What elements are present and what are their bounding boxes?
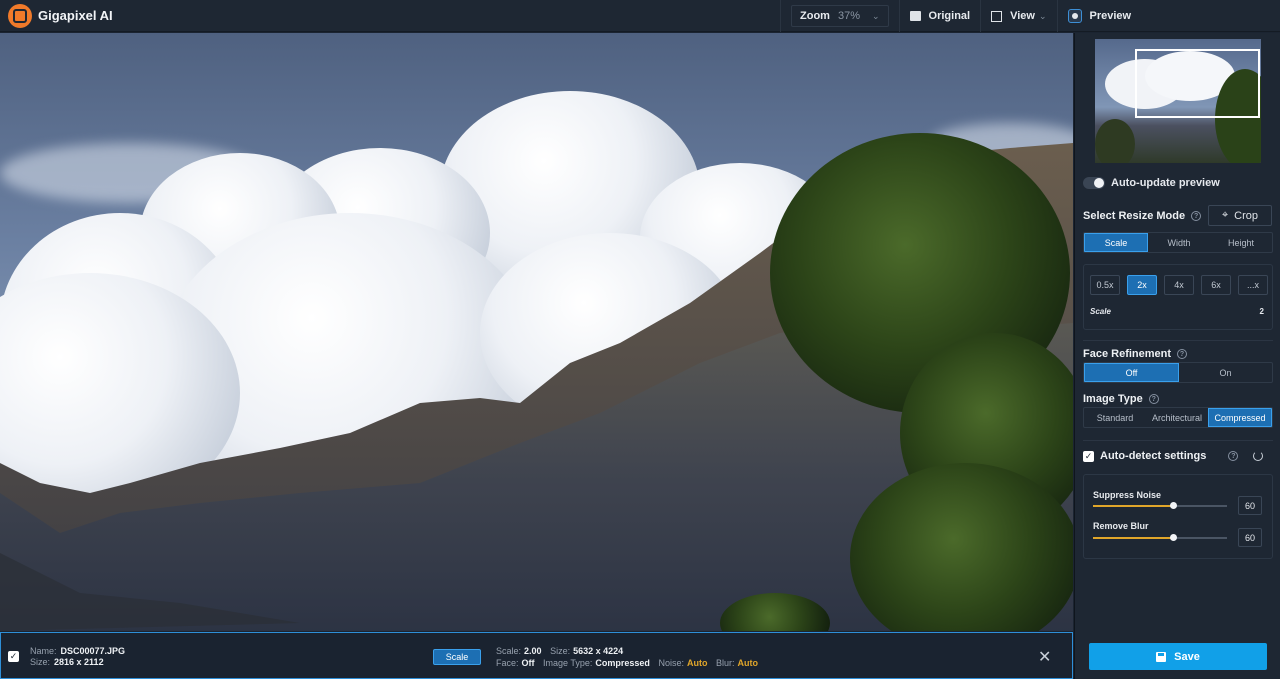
auto-detect-label: Auto-detect settings	[1100, 450, 1207, 462]
divider	[1083, 440, 1273, 441]
app-title: Gigapixel AI	[38, 8, 113, 23]
view-label: View	[1010, 10, 1035, 22]
preview-button[interactable]: Preview	[1056, 0, 1142, 32]
save-button[interactable]: Save	[1089, 643, 1267, 670]
file-name: DSC00077.JPG	[60, 646, 126, 656]
suppress-noise-value[interactable]: 60	[1238, 496, 1262, 515]
image-type-standard[interactable]: Standard	[1084, 408, 1146, 427]
resize-mode-label: Select Resize Mode ?	[1083, 210, 1202, 222]
zoom-label: Zoom	[800, 10, 830, 22]
top-bar: Gigapixel AI Zoom 37% ⌄ Original View ⌄	[0, 0, 1280, 32]
tab-height[interactable]: Height	[1210, 233, 1272, 252]
file-checkbox[interactable]: ✓	[8, 651, 19, 662]
crop-label: Crop	[1234, 209, 1259, 222]
image-type-tabs: Standard Architectural Compressed	[1083, 407, 1273, 428]
help-icon[interactable]: ?	[1148, 394, 1159, 404]
help-icon[interactable]: ?	[1191, 211, 1202, 221]
image-type-compressed[interactable]: Compressed	[1208, 408, 1272, 427]
tab-scale[interactable]: Scale	[1084, 233, 1148, 252]
image-type-text: Image Type	[1083, 393, 1143, 405]
scale-mode-badge[interactable]: Scale	[433, 649, 481, 665]
face-on-option[interactable]: On	[1179, 363, 1272, 382]
sliders-box: Suppress Noise 60 Remove Blur 60	[1083, 474, 1273, 559]
auto-update-label: Auto-update preview	[1111, 177, 1220, 189]
tab-width[interactable]: Width	[1148, 233, 1210, 252]
chevron-down-icon: ⌄	[1038, 10, 1047, 21]
scale-label: Scale	[1090, 307, 1111, 316]
face-off-option[interactable]: Off	[1084, 363, 1179, 382]
out-type-value: Compressed	[595, 658, 650, 668]
zoom-select[interactable]: Zoom 37% ⌄	[791, 5, 889, 27]
scale-option-4x[interactable]: 4x	[1164, 275, 1194, 295]
out-noise-value: Auto	[686, 658, 708, 668]
image-icon	[909, 11, 921, 21]
auto-detect-checkbox[interactable]: ✓	[1083, 450, 1094, 462]
resize-mode-text: Select Resize Mode	[1083, 210, 1186, 222]
scale-option-6x[interactable]: 6x	[1201, 275, 1231, 295]
scale-options-box: 0.5x 2x 4x 6x ...x Scale 2	[1083, 264, 1273, 330]
face-refinement-toggle: Off On	[1083, 362, 1273, 383]
preview-label: Preview	[1089, 10, 1132, 22]
out-size-value: 5632 x 4224	[573, 646, 624, 656]
viewport-frame[interactable]	[1135, 49, 1260, 118]
scale-value: 2	[1259, 307, 1264, 316]
settings-panel: Auto-update preview Select Resize Mode ?…	[1074, 33, 1280, 679]
auto-update-toggle-row[interactable]: Auto-update preview	[1083, 177, 1220, 189]
out-size-label: Size:	[550, 646, 571, 656]
eye-icon	[1067, 9, 1082, 23]
file-meta: Name: DSC00077.JPG Size: 2816 x 2112	[30, 646, 125, 668]
out-scale-value: 2.00	[524, 646, 542, 656]
zoom-value: 37%	[837, 10, 860, 22]
auto-detect-row: ✓ Auto-detect settings ?	[1083, 450, 1239, 462]
face-refinement-label: Face Refinement ?	[1083, 348, 1188, 360]
auto-update-toggle[interactable]	[1083, 177, 1105, 189]
out-scale-label: Scale:	[496, 646, 522, 656]
chevron-down-icon: ⌄	[871, 10, 880, 21]
divider	[1083, 340, 1273, 341]
suppress-noise-label: Suppress Noise	[1093, 490, 1162, 500]
scale-option-custom[interactable]: ...x	[1238, 275, 1268, 295]
save-label: Save	[1174, 650, 1200, 663]
top-toolbar: Zoom 37% ⌄ Original View ⌄ Preview	[780, 0, 1141, 32]
out-face-value: Off	[521, 658, 535, 668]
crop-button[interactable]: ⌖ Crop	[1208, 205, 1272, 226]
size-label: Size:	[30, 657, 51, 667]
output-info: Scale: 2.00 Size: 5632 x 4224 Face: Off Ima…	[496, 645, 764, 669]
remove-blur-label: Remove Blur	[1093, 521, 1149, 531]
out-blur-label: Blur:	[715, 658, 735, 668]
resize-mode-tabs: Scale Width Height	[1083, 232, 1273, 253]
slider-handle[interactable]	[1170, 502, 1177, 509]
out-noise-label: Noise:	[658, 658, 684, 668]
out-type-label: Image Type:	[543, 658, 593, 668]
scale-option-0-5x[interactable]: 0.5x	[1090, 275, 1120, 295]
out-face-label: Face:	[496, 658, 519, 668]
slider-handle[interactable]	[1170, 534, 1177, 541]
original-button[interactable]: Original	[898, 0, 981, 32]
gigapixel-logo-icon	[8, 3, 32, 28]
scale-option-2x[interactable]: 2x	[1127, 275, 1157, 295]
original-label: Original	[928, 10, 971, 22]
save-icon	[1156, 651, 1167, 662]
image-canvas[interactable]	[0, 33, 1073, 631]
close-icon[interactable]: ✕	[1038, 647, 1051, 667]
image-type-label: Image Type ?	[1083, 393, 1159, 405]
navigator-thumbnail[interactable]	[1095, 39, 1261, 163]
help-icon[interactable]: ?	[1177, 349, 1188, 359]
remove-blur-value[interactable]: 60	[1238, 528, 1262, 547]
crop-icon: ⌖	[1221, 209, 1229, 221]
face-refinement-text: Face Refinement	[1083, 348, 1172, 360]
out-blur-value: Auto	[737, 658, 759, 668]
suppress-noise-slider[interactable]	[1093, 502, 1227, 509]
app-window: Gigapixel AI Zoom 37% ⌄ Original View ⌄	[0, 0, 1280, 679]
name-label: Name:	[30, 646, 57, 656]
view-dropdown[interactable]: View ⌄	[980, 0, 1056, 32]
remove-blur-slider[interactable]	[1093, 534, 1227, 541]
file-bar[interactable]: ✓ Name: DSC00077.JPG Size: 2816 x 2112 Sca…	[0, 632, 1073, 679]
square-icon	[991, 10, 1003, 22]
reset-icon[interactable]	[1253, 451, 1263, 461]
file-size: 2816 x 2112	[54, 657, 104, 667]
image-type-architectural[interactable]: Architectural	[1146, 408, 1208, 427]
help-icon[interactable]: ?	[1228, 451, 1239, 461]
